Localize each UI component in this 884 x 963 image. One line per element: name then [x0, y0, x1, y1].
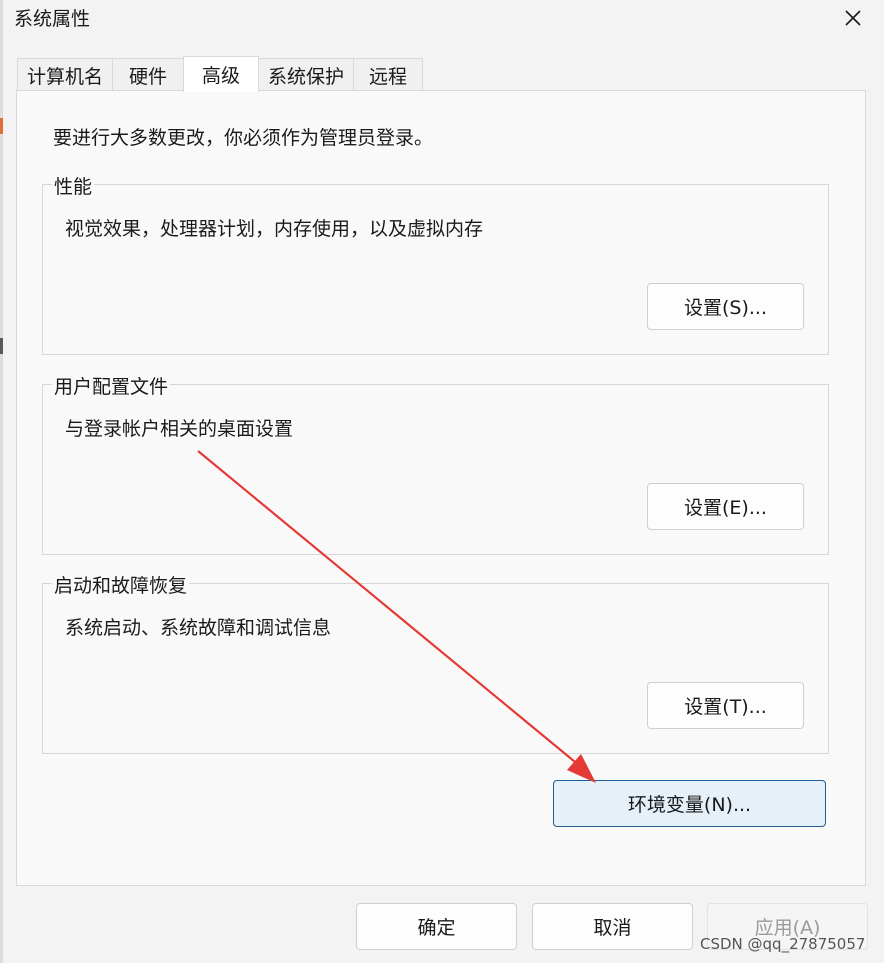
close-button[interactable] — [830, 0, 876, 36]
window-title: 系统属性 — [14, 8, 91, 30]
user-profiles-group-title: 用户配置文件 — [52, 372, 171, 399]
close-icon — [845, 10, 861, 26]
tab-computer-name[interactable]: 计算机名 — [17, 58, 113, 91]
performance-description: 视觉效果，处理器计划，内存使用，以及虚拟内存 — [65, 218, 484, 240]
user-profiles-settings-button[interactable]: 设置(E)... — [647, 483, 804, 530]
tab-system-protection[interactable]: 系统保护 — [258, 58, 354, 91]
user-profiles-description: 与登录帐户相关的桌面设置 — [65, 418, 294, 440]
watermark: CSDN @qq_27875057 — [700, 935, 866, 953]
environment-variables-button[interactable]: 环境变量(N)... — [553, 780, 826, 827]
ok-button[interactable]: 确定 — [356, 903, 517, 950]
background-window-edge — [0, 0, 3, 963]
startup-recovery-settings-button[interactable]: 设置(T)... — [647, 682, 804, 729]
background-window-mark — [0, 118, 3, 134]
performance-group-title: 性能 — [52, 172, 95, 199]
tab-hardware[interactable]: 硬件 — [112, 58, 184, 91]
background-window-mark — [0, 338, 3, 354]
startup-recovery-description: 系统启动、系统故障和调试信息 — [65, 617, 332, 639]
performance-settings-button[interactable]: 设置(S)... — [647, 283, 804, 330]
tab-remote[interactable]: 远程 — [353, 58, 423, 91]
tab-advanced[interactable]: 高级 — [183, 56, 259, 92]
startup-recovery-group-title: 启动和故障恢复 — [52, 571, 190, 598]
cancel-button[interactable]: 取消 — [532, 903, 693, 950]
admin-note: 要进行大多数更改，你必须作为管理员登录。 — [53, 127, 434, 149]
